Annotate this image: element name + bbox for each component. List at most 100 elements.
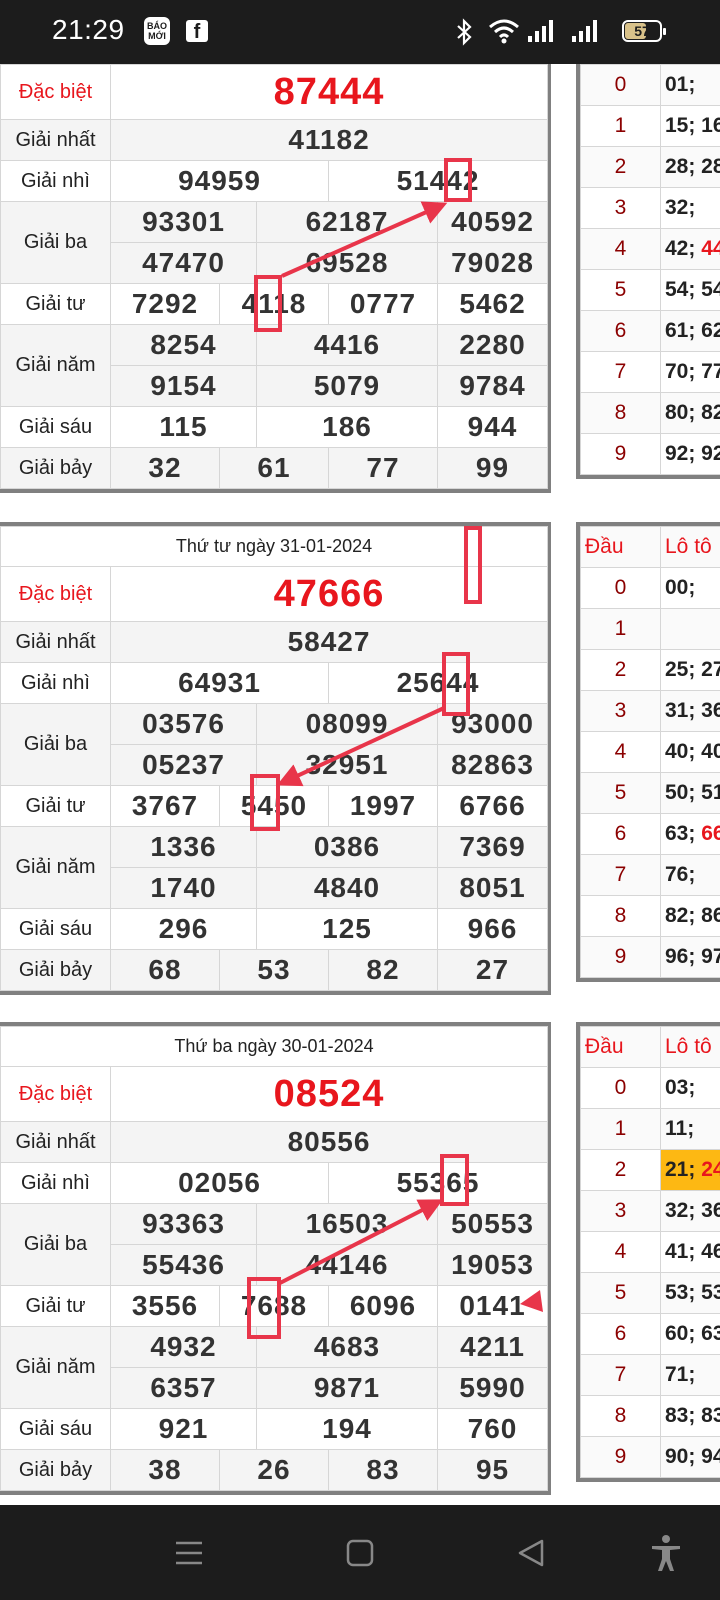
loto-values: 71; — [660, 1354, 720, 1396]
facebook-notification-icon: f — [186, 20, 208, 43]
prize-label-second: Giải nhì — [0, 1162, 111, 1204]
loto-head-digit: 5 — [580, 772, 661, 814]
loto-values: 25; 27 — [660, 649, 720, 691]
loto-values: 63; 66 — [660, 813, 720, 855]
fourth-prize-number: 5462 — [436, 283, 549, 325]
third-prize-number: 16503 — [256, 1203, 438, 1245]
loto-head-digit: 3 — [580, 1190, 661, 1232]
prize-label-fourth: Giải tư — [0, 1285, 111, 1327]
loto-head-digit: 9 — [580, 433, 661, 475]
fourth-prize-number: 7292 — [110, 283, 220, 325]
prize-label-fifth: Giải năm — [0, 324, 111, 407]
prize-label-sixth: Giải sáu — [0, 406, 111, 448]
prize-label-first: Giải nhất — [0, 1121, 111, 1163]
loto-value: 60; 63 — [665, 1322, 720, 1345]
menu-icon[interactable] — [168, 1533, 208, 1573]
loto-head-digit: 6 — [580, 1313, 661, 1355]
loto-values: 15; 16 — [660, 105, 720, 147]
loto-special-value: 24 — [701, 1158, 720, 1181]
loto-value: 96; 97 — [665, 945, 720, 968]
loto-head-digit: 6 — [580, 813, 661, 855]
third-prize-number: 47470 — [110, 242, 257, 284]
loto-head-digit: 1 — [580, 105, 661, 147]
fourth-prize-number: 6766 — [436, 785, 549, 827]
prize-label-sixth: Giải sáu — [0, 908, 111, 950]
loto-head-digit: 1 — [580, 1108, 661, 1150]
loto-head-digit: 5 — [580, 269, 661, 311]
loto-value: 54; 54 — [665, 278, 720, 301]
loto-values: 80; 82 — [660, 392, 720, 434]
loto-values: 11; — [660, 1108, 720, 1150]
second-prize-number: 94959 — [110, 160, 329, 202]
loto-value: 70; 77 — [665, 360, 720, 383]
loto-panel: Đầu Lô tô 0 00; 1 2 25; 27 3 31; 36 4 40; 40 5 50; 5… — [576, 522, 720, 982]
third-prize-number: 19053 — [436, 1244, 549, 1286]
third-prize-number: 82863 — [436, 744, 549, 786]
prize-label-fourth: Giải tư — [0, 283, 111, 325]
seventh-prize-number: 27 — [436, 949, 549, 991]
second-prize-number: 25644 — [327, 662, 549, 704]
seventh-prize-number: 99 — [436, 447, 549, 489]
loto-head-digit: 7 — [580, 351, 661, 393]
sixth-prize-number: 296 — [110, 908, 257, 950]
loto-value: 92; 92 — [665, 442, 720, 465]
loto-head-digit: 4 — [580, 228, 661, 270]
loto-values: 41; 46 — [660, 1231, 720, 1273]
fourth-prize-number: 1997 — [328, 785, 438, 827]
loto-head-digit: 4 — [580, 1231, 661, 1273]
status-bar: 21:29 BÁO MỚI f 57 — [0, 0, 720, 64]
loto-values: 00; — [660, 567, 720, 609]
sixth-prize-number: 966 — [436, 908, 549, 950]
loto-value: 71; — [665, 1363, 696, 1386]
special-prize-number: 08524 — [109, 1066, 549, 1122]
prize-label-third: Giải ba — [0, 201, 111, 284]
third-prize-number: 50553 — [436, 1203, 549, 1245]
loto-values: 42; 44 — [660, 228, 720, 270]
loto-values: 90; 94 — [660, 1436, 720, 1478]
fourth-prize-number: 3767 — [110, 785, 220, 827]
first-prize-number: 80556 — [109, 1121, 549, 1163]
seventh-prize-number: 53 — [219, 949, 329, 991]
loto-head-digit: 2 — [580, 649, 661, 691]
loto-value: 01; — [665, 73, 696, 96]
third-prize-number: 69528 — [256, 242, 438, 284]
first-prize-number: 41182 — [109, 119, 549, 161]
back-icon[interactable] — [512, 1533, 552, 1573]
prize-label-third: Giải ba — [0, 703, 111, 786]
fifth-prize-number: 4683 — [256, 1326, 438, 1368]
fourth-prize-number: 3556 — [110, 1285, 220, 1327]
loto-head-digit: 2 — [580, 1149, 661, 1191]
loto-head-digit: 0 — [580, 567, 661, 609]
fifth-prize-number: 5079 — [256, 365, 438, 407]
fifth-prize-number: 4211 — [436, 1326, 549, 1368]
clock: 21:29 — [52, 14, 125, 45]
loto-values: 83; 83 — [660, 1395, 720, 1437]
seventh-prize-number: 68 — [110, 949, 220, 991]
seventh-prize-number: 83 — [328, 1449, 438, 1491]
loto-values: 50; 51 — [660, 772, 720, 814]
loto-head-digit: 6 — [580, 310, 661, 352]
accessibility-icon[interactable] — [646, 1533, 686, 1573]
third-prize-number: 55436 — [110, 1244, 257, 1286]
home-icon[interactable] — [340, 1533, 380, 1573]
loto-value: 61; 62 — [665, 319, 720, 342]
special-prize-number: 47666 — [109, 566, 549, 622]
loto-header-head: Đầu — [580, 1026, 661, 1068]
prize-label-second: Giải nhì — [0, 662, 111, 704]
fifth-prize-number: 1740 — [110, 867, 257, 909]
prize-label-special: Đặc biệt — [0, 566, 111, 622]
loto-head-digit: 3 — [580, 690, 661, 732]
loto-values: 03; — [660, 1067, 720, 1109]
loto-values: 82; 86 — [660, 895, 720, 937]
loto-value: 80; 82 — [665, 401, 720, 424]
third-prize-number: 93301 — [110, 201, 257, 243]
loto-values: 40; 40 — [660, 731, 720, 773]
third-prize-number: 93363 — [110, 1203, 257, 1245]
fifth-prize-number: 4840 — [256, 867, 438, 909]
prize-label-seventh: Giải bảy — [0, 1449, 111, 1491]
loto-values: 21; 24 — [660, 1149, 720, 1191]
loto-head-digit: 9 — [580, 1436, 661, 1478]
loto-head-digit: 4 — [580, 731, 661, 773]
draw-date: Thứ tư ngày 31-01-2024 — [0, 526, 549, 567]
fifth-prize-number: 6357 — [110, 1367, 257, 1409]
